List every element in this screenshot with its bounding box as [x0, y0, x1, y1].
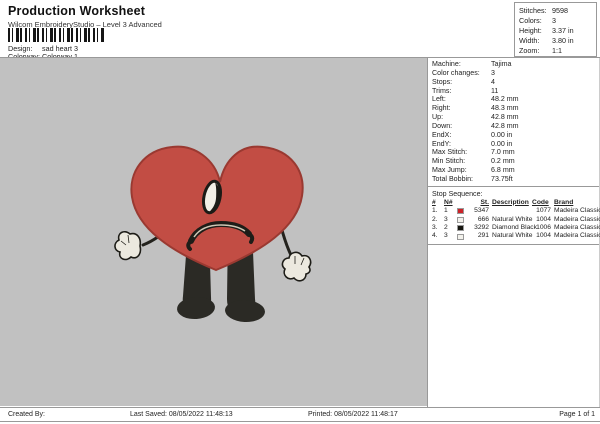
- down-row: Down:42.8 mm: [432, 122, 599, 131]
- stop-row-4: 4.3 291Natural White 1004Madeira Classic…: [432, 232, 599, 240]
- right-row: Right:48.3 mm: [432, 104, 599, 113]
- page-number: Page 1 of 1: [559, 411, 595, 418]
- last-saved-text: Last Saved: 08/05/2022 11:48:13: [130, 411, 233, 418]
- stop-sequence-table: # N# St. Description Code Brand 1.1 5347…: [428, 199, 599, 245]
- summary-stitches: Stitches:9598: [519, 6, 596, 16]
- machine-info-box: Machine:Tajima Color changes:3 Stops:4 T…: [428, 58, 599, 187]
- summary-height: Height:3.37 in: [519, 26, 596, 36]
- summary-colors: Colors:3: [519, 16, 596, 26]
- stop-row-2: 2.3 666Natural White 1004Madeira Classic…: [432, 216, 599, 224]
- info-panel: Machine:Tajima Color changes:3 Stops:4 T…: [427, 58, 600, 407]
- endy-row: EndY:0.00 in: [432, 140, 599, 149]
- created-by-label: Created By:: [8, 411, 45, 418]
- page-title: Production Worksheet: [8, 4, 145, 18]
- design-barcode: [8, 28, 104, 42]
- thread-swatch-white: [457, 217, 464, 223]
- thread-swatch-black: [457, 225, 464, 231]
- stop-sequence-title: Stop Sequence:: [428, 187, 599, 199]
- left-row: Left:48.2 mm: [432, 95, 599, 104]
- design-summary-box: Stitches:9598 Colors:3 Height:3.37 in Wi…: [514, 2, 597, 57]
- stop-table-header: # N# St. Description Code Brand: [432, 199, 599, 207]
- stop-row-1: 1.1 5347 1077Madeira Classic 40: [432, 207, 599, 215]
- design-canvas: [0, 58, 427, 406]
- stops-row: Stops:4: [432, 78, 599, 87]
- trims-row: Trims:11: [432, 87, 599, 96]
- stop-row-3: 3.2 3292Diamond Black 1006Madeira Classi…: [432, 224, 599, 232]
- worksheet-page: Production Worksheet Wilcom EmbroiderySt…: [0, 0, 600, 424]
- endx-row: EndX:0.00 in: [432, 131, 599, 140]
- machine-row: Machine:Tajima: [432, 60, 599, 69]
- max-jump-row: Max Jump:6.8 mm: [432, 166, 599, 175]
- total-bobbin-row: Total Bobbin:73.75ft: [432, 175, 599, 184]
- color-changes-row: Color changes:3: [432, 69, 599, 78]
- summary-width: Width:3.80 in: [519, 36, 596, 46]
- thread-swatch-red: [457, 208, 464, 214]
- min-stitch-row: Min Stitch:0.2 mm: [432, 157, 599, 166]
- summary-zoom: Zoom:1:1: [519, 46, 596, 56]
- printed-text: Printed: 08/05/2022 11:48:17: [308, 411, 398, 418]
- thread-swatch-white: [457, 234, 464, 240]
- sad-heart-design: [0, 58, 427, 406]
- footer-bar: Created By: Last Saved: 08/05/2022 11:48…: [0, 407, 600, 422]
- up-row: Up:42.8 mm: [432, 113, 599, 122]
- max-stitch-row: Max Stitch:7.0 mm: [432, 148, 599, 157]
